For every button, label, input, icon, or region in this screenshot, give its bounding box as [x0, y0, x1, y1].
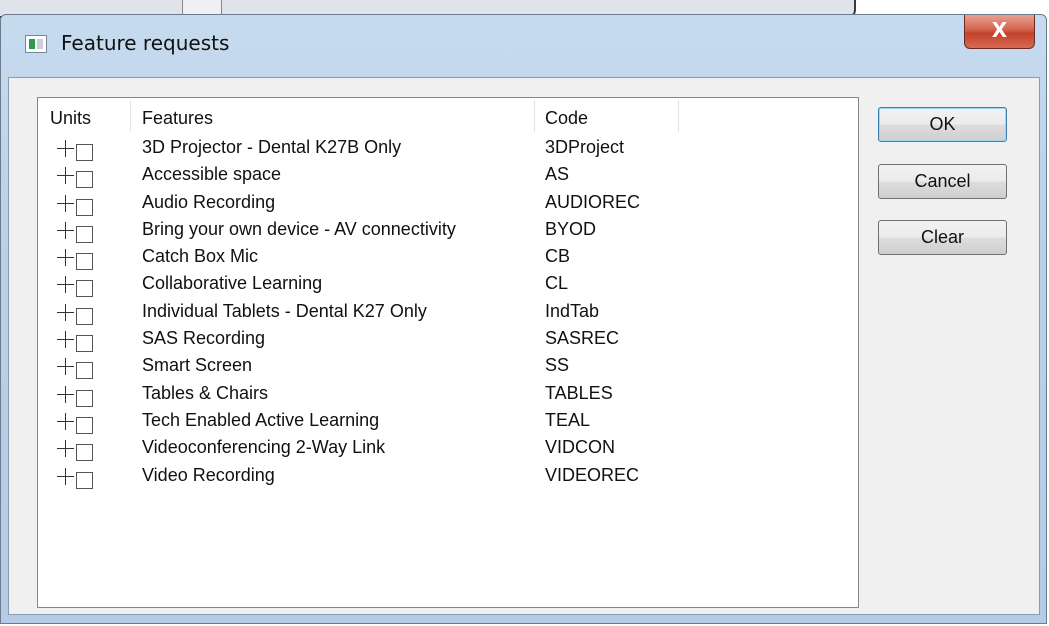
column-header-features[interactable]: Features — [142, 108, 213, 129]
expand-plus-icon[interactable] — [57, 412, 93, 434]
feature-code: AS — [545, 164, 570, 185]
expand-plus-icon[interactable] — [57, 331, 93, 353]
column-separator[interactable] — [534, 100, 535, 132]
cancel-button[interactable]: Cancel — [878, 164, 1007, 199]
table-row[interactable]: Catch Box Mic CB — [38, 245, 858, 272]
expand-box — [76, 389, 93, 407]
background-window-strip — [182, 0, 222, 14]
feature-name: Collaborative Learning — [142, 273, 323, 294]
feature-code: TABLES — [545, 382, 613, 403]
feature-code: TEAL — [545, 409, 591, 430]
table-row[interactable]: Collaborative Learning CL — [38, 272, 858, 299]
table-row[interactable]: Tables & Chairs TABLES — [38, 382, 858, 409]
expand-plus-icon[interactable] — [57, 194, 93, 216]
feature-name: Catch Box Mic — [142, 246, 259, 267]
window-title: Feature requests — [61, 31, 230, 55]
expand-box — [76, 335, 93, 353]
table-row[interactable]: Smart Screen SS — [38, 354, 858, 381]
table-row[interactable]: Videoconferencing 2-Way Link VIDCON — [38, 436, 858, 463]
expand-plus-icon[interactable] — [57, 249, 93, 271]
expand-box — [76, 471, 93, 489]
feature-name: 3D Projector - Dental K27B Only — [142, 137, 402, 157]
expand-plus-icon[interactable] — [57, 303, 93, 325]
feature-name: Individual Tablets - Dental K27 Only — [142, 300, 427, 321]
feature-code: CB — [545, 246, 571, 267]
clear-button[interactable]: Clear — [878, 220, 1007, 255]
features-list[interactable]: Units Features Code 3D Projector - Denta… — [37, 97, 859, 608]
expand-box — [76, 362, 93, 380]
expand-plus-icon[interactable] — [57, 467, 93, 489]
list-rows: 3D Projector - Dental K27B Only 3DProject… — [38, 136, 858, 491]
feature-name: Accessible space — [142, 164, 282, 185]
feature-name: Tables & Chairs — [142, 382, 269, 403]
expand-plus-icon[interactable] — [57, 358, 93, 380]
feature-code: 3DProject — [545, 137, 625, 157]
column-header-units[interactable]: Units — [50, 108, 91, 129]
feature-code: SASREC — [545, 328, 620, 349]
table-row[interactable]: Individual Tablets - Dental K27 Only IndT… — [38, 300, 858, 327]
column-header-code[interactable]: Code — [545, 108, 588, 129]
feature-code: AUDIOREC — [545, 191, 641, 212]
title-bar[interactable]: Feature requests X — [1, 15, 1046, 77]
expand-box — [76, 144, 93, 161]
feature-name: SAS Recording — [142, 328, 266, 349]
feature-name: Tech Enabled Active Learning — [142, 409, 380, 430]
feature-code: VIDCON — [545, 437, 616, 458]
expand-box — [76, 253, 93, 271]
feature-code: SS — [545, 355, 570, 376]
close-button[interactable]: X — [964, 15, 1035, 49]
feature-requests-dialog: Feature requests X Units Features Code 3… — [0, 14, 1047, 624]
expand-plus-icon[interactable] — [57, 140, 93, 161]
table-row[interactable]: Accessible space AS — [38, 163, 858, 190]
list-header: Units Features Code — [38, 98, 858, 134]
expand-box — [76, 280, 93, 298]
expand-plus-icon[interactable] — [57, 440, 93, 462]
table-row[interactable]: Video Recording VIDEOREC — [38, 464, 858, 491]
feature-code: IndTab — [545, 300, 600, 321]
expand-box — [76, 171, 93, 189]
expand-box — [76, 444, 93, 462]
ok-button[interactable]: OK — [878, 107, 1007, 142]
feature-name: Video Recording — [142, 464, 275, 485]
expand-plus-icon[interactable] — [57, 221, 93, 243]
table-row[interactable]: Bring your own device - AV connectivity B… — [38, 218, 858, 245]
expand-box — [76, 198, 93, 216]
expand-plus-icon[interactable] — [57, 276, 93, 298]
feature-name: Videoconferencing 2-Way Link — [142, 437, 386, 458]
column-separator[interactable] — [678, 100, 679, 132]
feature-name: Bring your own device - AV connectivity — [142, 218, 456, 239]
dialog-client-area: Units Features Code 3D Projector - Denta… — [8, 77, 1040, 615]
expand-plus-icon[interactable] — [57, 167, 93, 189]
table-row[interactable]: SAS Recording SASREC — [38, 327, 858, 354]
table-row[interactable]: Tech Enabled Active Learning TEAL — [38, 409, 858, 436]
feature-name: Smart Screen — [142, 355, 253, 376]
feature-name: Audio Recording — [142, 191, 276, 212]
feature-code: VIDEOREC — [545, 464, 640, 485]
app-icon — [25, 35, 47, 53]
table-row[interactable]: 3D Projector - Dental K27B Only 3DProject — [38, 136, 858, 163]
expand-box — [76, 416, 93, 434]
feature-code: CL — [545, 273, 569, 294]
column-separator[interactable] — [130, 100, 131, 132]
feature-code: BYOD — [545, 218, 597, 239]
expand-box — [76, 307, 93, 325]
expand-box — [76, 225, 93, 243]
expand-plus-icon[interactable] — [57, 385, 93, 407]
table-row[interactable]: Audio Recording AUDIOREC — [38, 191, 858, 218]
